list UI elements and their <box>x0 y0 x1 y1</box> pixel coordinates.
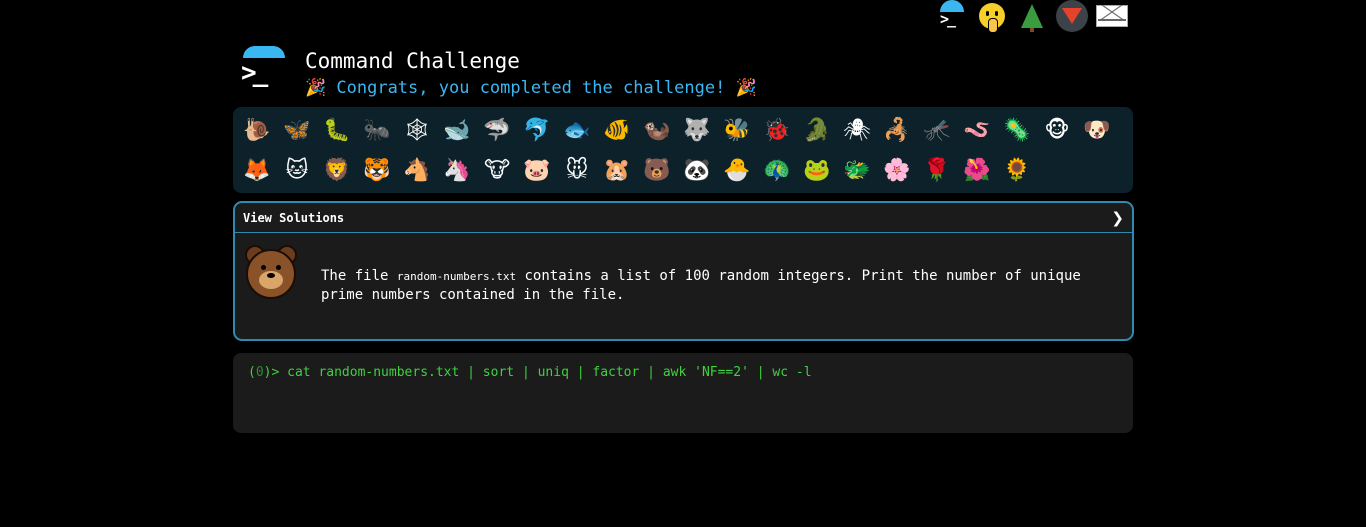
congrats-message: 🎉 Congrats, you completed the challenge!… <box>305 78 757 98</box>
animal-badge-icon: 🐵 <box>1044 117 1070 143</box>
animal-badge-icon: 🦈 <box>483 117 511 143</box>
prompt-close: )> <box>263 365 288 380</box>
shushing-face-icon[interactable] <box>976 0 1008 33</box>
animal-badge-icon: 🐷 <box>523 157 551 183</box>
logo-icon: >_ <box>238 44 290 90</box>
animal-badge-icon: 🐻 <box>643 157 671 183</box>
prompt-open: ( <box>248 365 256 380</box>
chevron-right-icon: ❯ <box>1111 208 1124 227</box>
command-text: cat random-numbers.txt | sort | uniq | f… <box>287 365 812 380</box>
prompt-counter: 0 <box>255 365 264 380</box>
terminal[interactable]: (0)> cat random-numbers.txt | sort | uni… <box>233 353 1133 433</box>
animal-badge-icon: 🐬 <box>523 117 551 143</box>
animal-badge-icon: 🦠 <box>1003 117 1031 143</box>
animal-badge-icon: 🐣 <box>723 157 751 183</box>
animal-badge-icon: 🐝 <box>723 117 751 143</box>
animal-row-2: 🦊 🐱 🦁 🐯 🐴 🦄 🐮 🐷 🐭 🐹 🐻 🐼 🐣 🦚 🐸 🐲 🌸 🌹 🌺 🌻 <box>239 152 1035 188</box>
animal-badge-icon: 🦦 <box>643 117 671 143</box>
animal-badge-icon: 🐛 <box>323 117 351 143</box>
animal-badge-icon: 🐲 <box>843 157 871 183</box>
animal-badge-icon: 🦊 <box>243 157 271 183</box>
animal-badge-icon: 🦚 <box>763 157 791 183</box>
animal-badge-icon: 🐭 <box>565 157 589 183</box>
animal-badge-icon: 🐸 <box>803 157 831 183</box>
animal-badge-icon: 🦋 <box>283 117 311 143</box>
animal-badge-icon: 🐌 <box>243 117 271 143</box>
terminal-icon[interactable]: >_ <box>936 0 968 32</box>
animal-badge-icon: 🐜 <box>363 117 391 143</box>
animal-badge-icon: 🕸 <box>403 117 431 143</box>
animal-badge-icon: 🌺 <box>963 157 991 183</box>
filename: random-numbers.txt <box>396 270 517 283</box>
tree-icon[interactable] <box>1016 0 1048 32</box>
animal-badge-icon: 🐋 <box>443 117 471 143</box>
animal-badge-icon: 🦁 <box>323 157 351 183</box>
animal-badge-icon: 🐊 <box>803 117 831 143</box>
animal-badge-icon: 🐞 <box>763 117 791 143</box>
animal-badge-icon: 🪱 <box>963 117 991 143</box>
bear-icon <box>243 245 299 301</box>
animal-badge-icon: 🐮 <box>483 157 511 183</box>
description-prefix: The file <box>321 268 397 284</box>
mail-icon[interactable] <box>1096 0 1128 32</box>
animal-badge-icon: 🐱 <box>285 157 309 183</box>
animal-badge-icon: 🕷 <box>843 117 871 143</box>
animal-badge-icon: 🌸 <box>883 157 911 183</box>
animal-badge-icon: 🐟 <box>563 117 591 143</box>
animal-badge-icon: 🐹 <box>603 157 631 183</box>
animal-badge-icon: 🌹 <box>923 157 951 183</box>
top-nav: >_ <box>936 0 1128 33</box>
animal-badge-icon: 🐴 <box>403 157 431 183</box>
gitlab-icon[interactable] <box>1056 0 1088 32</box>
page: >_ >_ Command Challenge 🎉 Congrats, you … <box>0 0 1366 527</box>
animal-badge-icon: 🐺 <box>683 117 711 143</box>
view-solutions-label: View Solutions <box>243 210 345 225</box>
challenge-progress-panel: 🐌 🦋 🐛 🐜 🕸 🐋 🦈 🐬 🐟 🐠 🦦 🐺 🐝 🐞 🐊 🕷 🦂 🦟 🪱 🦠 🐵 🐶 🦊 🐱 🦁 🐯 🐴 🦄 🐮 🐷 🐭 🐹 🐻 🐼 🐣 🦚 🐸 🐲 🌸… <box>233 107 1133 193</box>
animal-badge-icon: 🐯 <box>363 157 391 183</box>
animal-badge-icon: 🐠 <box>603 117 631 143</box>
terminal-command-line[interactable]: (0)> cat random-numbers.txt | sort | uni… <box>248 365 812 380</box>
view-solutions-toggle[interactable]: View Solutions ❯ <box>235 203 1132 233</box>
animal-badge-icon: 🌻 <box>1003 157 1031 183</box>
challenge-description: The file random-numbers.txt contains a l… <box>321 267 1111 304</box>
animal-badge-icon: 🐼 <box>683 157 711 183</box>
page-title: Command Challenge <box>305 49 520 73</box>
animal-badge-icon: 🦟 <box>923 117 951 143</box>
animal-badge-icon: 🐶 <box>1083 117 1111 143</box>
animal-row-1: 🐌 🦋 🐛 🐜 🕸 🐋 🦈 🐬 🐟 🐠 🦦 🐺 🐝 🐞 🐊 🕷 🦂 🦟 🪱 🦠 🐵 🐶 <box>239 112 1115 148</box>
animal-badge-icon: 🦂 <box>883 117 911 143</box>
animal-badge-icon: 🦄 <box>443 157 471 183</box>
solutions-panel: View Solutions ❯ The file random-numbers… <box>233 201 1134 341</box>
